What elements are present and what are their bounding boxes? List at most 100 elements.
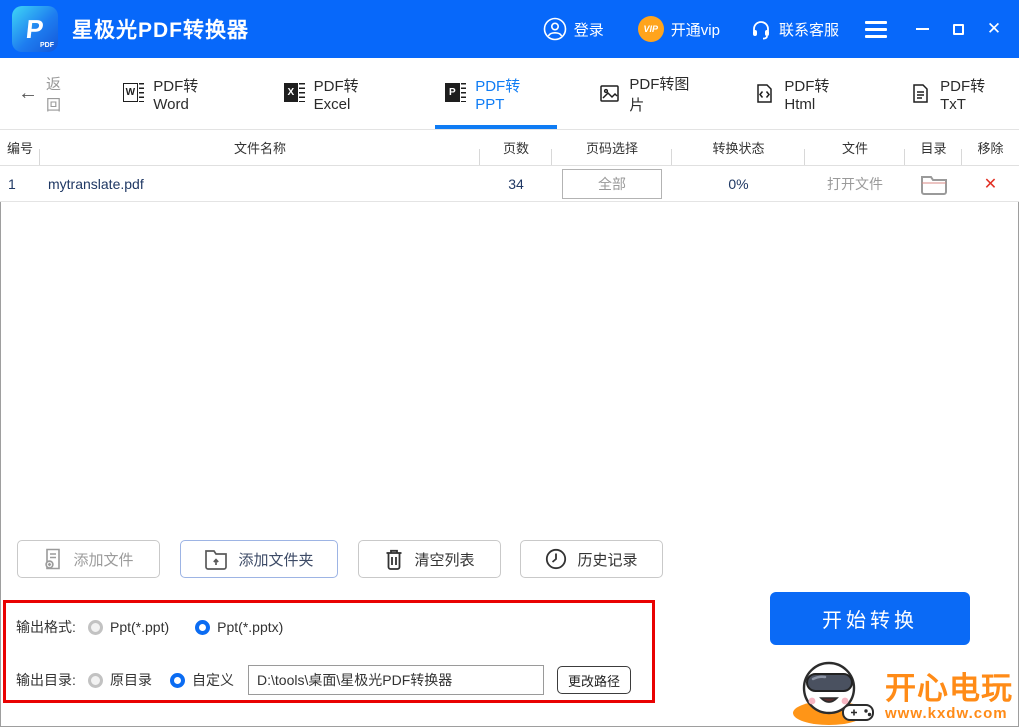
word-icon: W [123, 83, 145, 104]
app-window: P PDF 星极光PDF转换器 登录 VIP 开通vip 联系客服 ✕ ← 返回… [0, 0, 1019, 727]
trash-icon [384, 548, 404, 570]
tab-pdf-to-html[interactable]: PDF转Html [744, 58, 868, 129]
user-icon [543, 17, 567, 41]
headset-icon [750, 18, 772, 40]
page-select-button[interactable]: 全部 [562, 168, 662, 199]
tab-pdf-to-excel[interactable]: X PDF转Excel [274, 58, 404, 129]
login-button[interactable]: 登录 [543, 17, 604, 41]
mascot-icon [785, 659, 885, 725]
login-label: 登录 [573, 21, 604, 39]
vip-badge-icon: VIP [637, 16, 664, 42]
output-format-row: 输出格式: Ppt(*.ppt) Ppt(*.pptx) [16, 613, 309, 641]
radio-ppt[interactable]: Ppt(*.ppt) [88, 619, 169, 635]
col-number: 编号 [0, 130, 40, 165]
tab-pdf-to-word[interactable]: W PDF转Word [113, 58, 241, 129]
row-filename: mytranslate.pdf [48, 175, 144, 192]
col-status: 转换状态 [672, 130, 805, 165]
col-filename: 文件名称 [40, 130, 480, 165]
radio-pptx-dot[interactable] [195, 619, 211, 635]
html-icon [754, 83, 775, 104]
output-settings-panel: 输出格式: Ppt(*.ppt) Ppt(*.pptx) 输出目录: 原目录 自… [3, 600, 655, 703]
app-title: 星极光PDF转换器 [72, 19, 249, 42]
add-file-icon [43, 548, 63, 570]
title-bar: P PDF 星极光PDF转换器 登录 VIP 开通vip 联系客服 ✕ [0, 0, 1019, 58]
row-remove: ✕ [962, 166, 1019, 201]
tab-label: PDF转Html [784, 77, 830, 113]
radio-original-dir-label: 原目录 [110, 672, 152, 688]
output-directory-row: 输出目录: 原目录 自定义 更改路径 [16, 665, 632, 695]
contact-service-button[interactable]: 联系客服 [750, 18, 839, 40]
watermark-title: 开心电玩 [885, 671, 1013, 706]
maximize-button[interactable] [947, 18, 969, 40]
watermark-text: 开心电玩 www.kxdw.com [885, 673, 1013, 725]
remove-file-icon[interactable]: ✕ [984, 174, 997, 194]
service-label: 联系客服 [778, 21, 839, 39]
tab-label: PDF转图片 [629, 75, 690, 114]
tab-label: PDF转TxT [940, 77, 986, 113]
tabs: W PDF转Word X PDF转Excel P PDF转PPT PDF转图片 … [113, 58, 1019, 129]
excel-icon: X [283, 83, 305, 104]
add-folder-label: 添加文件夹 [238, 551, 314, 569]
clock-icon [545, 548, 567, 570]
radio-custom-dir[interactable]: 自定义 [170, 670, 234, 690]
history-button[interactable]: 历史记录 [520, 540, 663, 578]
col-page-select: 页码选择 [552, 130, 672, 165]
col-pages: 页数 [480, 130, 552, 165]
radio-custom-dir-dot[interactable] [170, 672, 185, 688]
tab-label: PDF转PPT [475, 77, 521, 113]
site-watermark: 开心电玩 www.kxdw.com [785, 659, 1013, 725]
open-vip-button[interactable]: VIP 开通vip [637, 16, 720, 42]
start-convert-button[interactable]: 开始转换 [770, 592, 970, 645]
add-folder-icon [204, 548, 228, 570]
radio-pptx-label: Ppt(*.pptx) [217, 619, 284, 635]
window-controls: ✕ [911, 18, 1005, 40]
back-label: 返回 [46, 75, 62, 114]
row-pages: 34 [508, 175, 524, 192]
add-file-button[interactable]: 添加文件 [17, 540, 160, 578]
change-path-button[interactable]: 更改路径 [557, 666, 632, 694]
app-logo-icon: P PDF [12, 6, 58, 52]
txt-icon [910, 83, 931, 104]
add-folder-button[interactable]: 添加文件夹 [180, 540, 338, 578]
logo-letter: P [24, 13, 46, 44]
row-directory [905, 166, 962, 201]
add-file-label: 添加文件 [73, 551, 134, 569]
output-format-label: 输出格式: [16, 619, 76, 635]
radio-original-dir[interactable]: 原目录 [88, 670, 152, 690]
clear-list-label: 清空列表 [414, 551, 475, 569]
folder-icon[interactable] [920, 173, 948, 195]
row-status: 0% [728, 175, 749, 192]
clear-list-button[interactable]: 清空列表 [358, 540, 501, 578]
action-button-row: 添加文件 添加文件夹 清空列表 历史记录 [0, 540, 1019, 578]
image-icon [599, 83, 620, 104]
back-button[interactable]: ← 返回 [18, 58, 75, 129]
col-directory: 目录 [905, 130, 962, 165]
col-file: 文件 [805, 130, 905, 165]
table-row: 1 mytranslate.pdf 34 全部 0% 打开文件 ✕ [0, 166, 1019, 202]
tab-label: PDF转Excel [313, 77, 359, 113]
menu-button[interactable] [865, 20, 887, 38]
watermark-url: www.kxdw.com [885, 705, 1008, 722]
radio-ppt-dot[interactable] [88, 619, 103, 635]
open-file-link[interactable]: 打开文件 [827, 174, 883, 194]
history-label: 历史记录 [577, 551, 638, 569]
tab-pdf-to-txt[interactable]: PDF转TxT [900, 58, 1019, 129]
minimize-button[interactable] [911, 18, 933, 40]
tab-pdf-to-ppt[interactable]: P PDF转PPT [435, 58, 558, 129]
file-table-header: 编号 文件名称 页数 页码选择 转换状态 文件 目录 移除 [0, 130, 1019, 166]
back-arrow-icon: ← [18, 82, 38, 104]
radio-original-dir-dot[interactable] [88, 672, 103, 688]
logo-pdf-label: PDF [40, 42, 54, 49]
row-open: 打开文件 [805, 166, 905, 201]
radio-custom-dir-label: 自定义 [192, 672, 234, 688]
titlebar-right: 登录 VIP 开通vip 联系客服 ✕ [543, 16, 1019, 42]
close-button[interactable]: ✕ [983, 18, 1005, 40]
row-number: 1 [8, 175, 16, 192]
output-path-input[interactable] [248, 665, 544, 695]
tab-pdf-to-image[interactable]: PDF转图片 [589, 58, 712, 129]
conversion-tab-bar: ← 返回 W PDF转Word X PDF转Excel P PDF转PPT PD… [0, 58, 1019, 130]
col-remove: 移除 [977, 141, 1004, 156]
radio-pptx[interactable]: Ppt(*.pptx) [195, 619, 283, 635]
radio-ppt-label: Ppt(*.ppt) [110, 619, 170, 635]
ppt-icon: P [445, 83, 467, 104]
